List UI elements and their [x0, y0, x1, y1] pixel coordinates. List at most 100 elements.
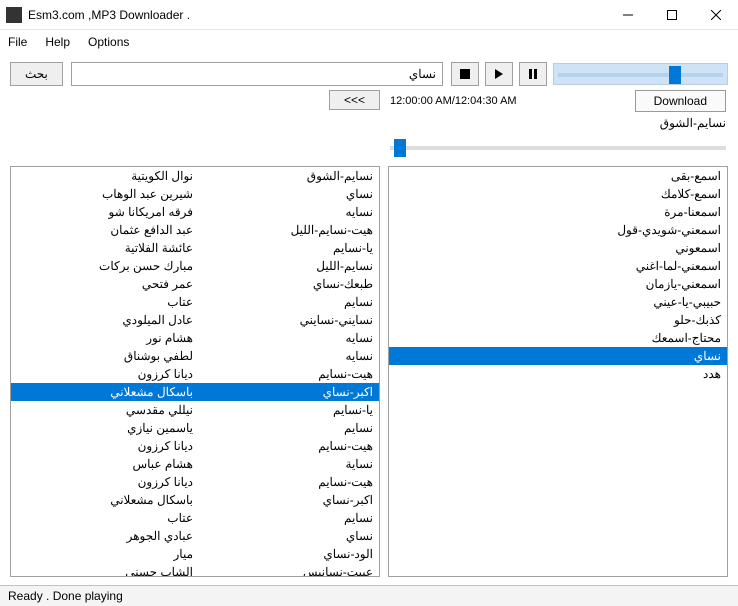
track-row[interactable]: اسمعني-شويدي-قول [389, 221, 727, 239]
result-title: يا-نسايم [193, 239, 373, 257]
result-row[interactable]: نسايههشام نور [11, 329, 379, 347]
track-row[interactable]: اسمعني-يازمان [389, 275, 727, 293]
menu-file[interactable]: File [8, 35, 27, 49]
result-title: نسايه [193, 329, 373, 347]
result-title: هيت-نسايم [193, 365, 373, 383]
result-title: نساي [193, 527, 373, 545]
play-button[interactable] [485, 62, 513, 86]
result-title: هيت-نسايم [193, 437, 373, 455]
result-title: نسايم [193, 419, 373, 437]
now-playing-track: نسايم-الشوق [390, 116, 726, 130]
result-row[interactable]: هيت-نسايمديانا كرزون [11, 437, 379, 455]
result-artist: الشاب حسني [17, 563, 193, 577]
result-row[interactable]: طبعك-نسايعمر فتحي [11, 275, 379, 293]
content-area: نسايم-الشوقنوال الكويتيةنسايشيرين عبد ال… [0, 166, 738, 585]
result-artist: عمر فتحي [17, 275, 193, 293]
result-row[interactable]: نسايةهشام عباس [11, 455, 379, 473]
maximize-button[interactable] [650, 0, 694, 30]
minimize-button[interactable] [606, 0, 650, 30]
search-input[interactable] [71, 62, 443, 86]
window-title: Esm3.com ,MP3 Downloader . [28, 8, 606, 22]
track-row[interactable]: نساي [389, 347, 727, 365]
result-row[interactable]: نسايهلطفي بوشناق [11, 347, 379, 365]
track-list[interactable]: اسمع-بقىاسمع-كلامكاسمعنا-مرةاسمعني-شويدي… [388, 166, 728, 577]
result-artist: ديانا كرزون [17, 365, 193, 383]
download-button[interactable]: Download [635, 90, 726, 112]
statusbar: Ready . Done playing [0, 585, 738, 606]
result-title: هيت-نسايم-الليل [193, 221, 373, 239]
result-artist: باسكال مشعلاني [17, 383, 193, 401]
result-artist: هشام نور [17, 329, 193, 347]
result-row[interactable]: نسايم-الشوقنوال الكويتية [11, 167, 379, 185]
result-artist: عائشة الفلاتية [17, 239, 193, 257]
result-title: الود-نساي [193, 545, 373, 563]
menu-help[interactable]: Help [45, 35, 70, 49]
result-artist: نوال الكويتية [17, 167, 193, 185]
search-results-list[interactable]: نسايم-الشوقنوال الكويتيةنسايشيرين عبد ال… [10, 166, 380, 577]
result-artist: شيرين عبد الوهاب [17, 185, 193, 203]
result-title: طبعك-نساي [193, 275, 373, 293]
result-row[interactable]: اكبر-نسايباسكال مشعلاني [11, 383, 379, 401]
result-title: عييت-نسانيس [193, 563, 373, 577]
result-artist: باسكال مشعلاني [17, 491, 193, 509]
result-row[interactable]: يا-نسايمعائشة الفلاتية [11, 239, 379, 257]
result-artist: هشام عباس [17, 455, 193, 473]
track-row[interactable]: اسمعني-لما-اغني [389, 257, 727, 275]
result-row[interactable]: هيت-نسايمديانا كرزون [11, 365, 379, 383]
pause-button[interactable] [519, 62, 547, 86]
close-button[interactable] [694, 0, 738, 30]
result-artist: عبد الدافع عثمان [17, 221, 193, 239]
menu-options[interactable]: Options [88, 35, 129, 49]
track-row[interactable]: حبيبي-يا-عيني [389, 293, 727, 311]
result-row[interactable]: هيت-نسايمديانا كرزون [11, 473, 379, 491]
result-artist: ديانا كرزون [17, 473, 193, 491]
volume-slider[interactable] [553, 63, 728, 85]
position-slider[interactable] [390, 138, 726, 158]
result-row[interactable]: عييت-نسانيسالشاب حسني [11, 563, 379, 577]
time-display: 12:00:00 AM/12:04:30 AM [390, 95, 517, 107]
result-row[interactable]: نسايعبادي الجوهر [11, 527, 379, 545]
result-row[interactable]: نسايشيرين عبد الوهاب [11, 185, 379, 203]
stop-button[interactable] [451, 62, 479, 86]
result-artist: عتاب [17, 293, 193, 311]
result-title: يا-نسايم [193, 401, 373, 419]
search-button[interactable]: بحث [10, 62, 63, 86]
result-row[interactable]: نسايمعتاب [11, 293, 379, 311]
result-row[interactable]: نسايني-نساينيعادل الميلودي [11, 311, 379, 329]
result-row[interactable]: نسايمياسمين نيازي [11, 419, 379, 437]
result-artist: لطفي بوشناق [17, 347, 193, 365]
player-controls [451, 62, 728, 86]
result-title: نساية [193, 455, 373, 473]
result-row[interactable]: الود-نسايميار [11, 545, 379, 563]
result-row[interactable]: اكبر-نسايباسكال مشعلاني [11, 491, 379, 509]
result-title: نسايم-الليل [193, 257, 373, 275]
toolbar: بحث [0, 54, 738, 90]
result-row[interactable]: نسايهفرقه امريكانا شو [11, 203, 379, 221]
titlebar: Esm3.com ,MP3 Downloader . [0, 0, 738, 30]
result-title: نسايه [193, 203, 373, 221]
menubar: File Help Options [0, 30, 738, 54]
app-icon [6, 7, 22, 23]
result-artist: نيللي مقدسي [17, 401, 193, 419]
result-title: نسايم-الشوق [193, 167, 373, 185]
result-row[interactable]: هيت-نسايم-الليلعبد الدافع عثمان [11, 221, 379, 239]
track-row[interactable]: كذبك-حلو [389, 311, 727, 329]
track-row[interactable]: اسمع-بقى [389, 167, 727, 185]
track-row[interactable]: هدد [389, 365, 727, 383]
track-row[interactable]: اسمع-كلامك [389, 185, 727, 203]
result-title: اكبر-نساي [193, 491, 373, 509]
track-row[interactable]: محتاج-اسمعك [389, 329, 727, 347]
result-artist: ياسمين نيازي [17, 419, 193, 437]
result-row[interactable]: نسايمعتاب [11, 509, 379, 527]
result-artist: عتاب [17, 509, 193, 527]
result-artist: عادل الميلودي [17, 311, 193, 329]
result-artist: فرقه امريكانا شو [17, 203, 193, 221]
result-title: نساي [193, 185, 373, 203]
back-button[interactable]: <<< [329, 90, 380, 110]
result-artist: ميار [17, 545, 193, 563]
result-row[interactable]: يا-نسايمنيللي مقدسي [11, 401, 379, 419]
track-row[interactable]: اسمعوني [389, 239, 727, 257]
track-row[interactable]: اسمعنا-مرة [389, 203, 727, 221]
result-row[interactable]: نسايم-الليلمبارك حسن بركات [11, 257, 379, 275]
result-artist: عبادي الجوهر [17, 527, 193, 545]
